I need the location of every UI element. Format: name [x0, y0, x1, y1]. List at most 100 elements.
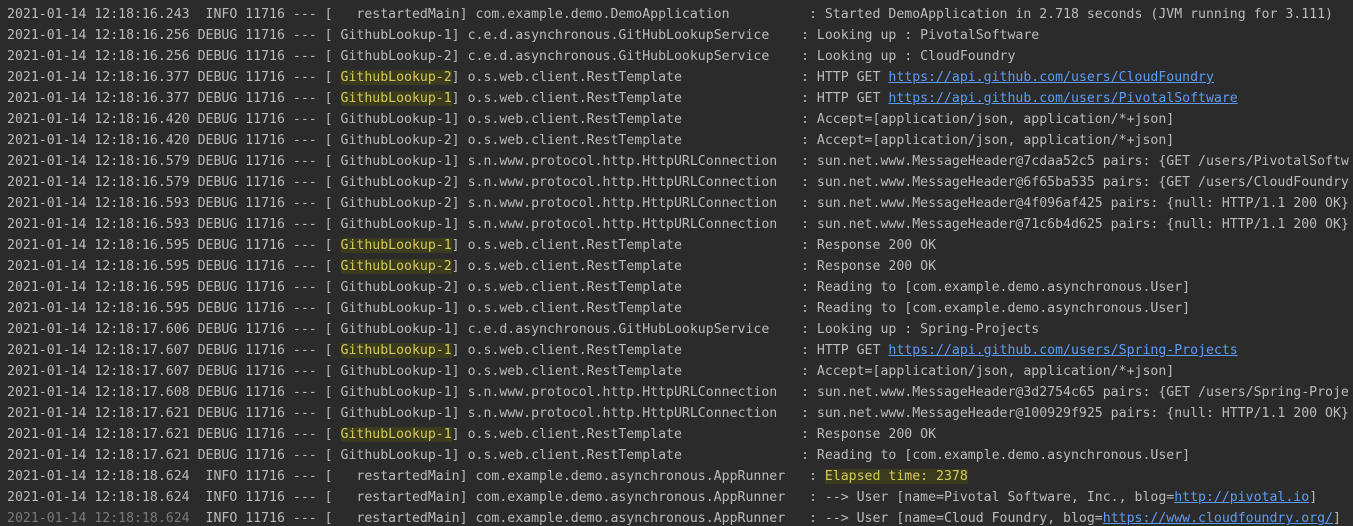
log-logger: o.s.web.client.RestTemplate: [467, 259, 794, 274]
log-thread: GithubLookup-1: [340, 427, 452, 442]
log-thread: GithubLookup-1: [340, 91, 452, 106]
log-pid: 11716: [245, 469, 285, 484]
log-level: DEBUG: [197, 133, 238, 148]
log-message: sun.net.www.MessageHeader@71c6b4d625 pai…: [816, 217, 1349, 232]
log-thread: GithubLookup-2: [340, 49, 452, 64]
log-pid: 11716: [245, 91, 285, 106]
log-line: 2021-01-14 12:18:16.595 DEBUG 11716 --- …: [7, 259, 937, 274]
log-level: DEBUG: [197, 427, 238, 442]
log-thread: GithubLookup-2: [340, 175, 452, 190]
log-timestamp: 2021-01-14 12:18:17.606: [7, 322, 190, 337]
log-logger: o.s.web.client.RestTemplate: [467, 91, 794, 106]
log-level: DEBUG: [197, 448, 238, 463]
log-message: sun.net.www.MessageHeader@7cdaa52c5 pair…: [816, 154, 1349, 169]
log-timestamp: 2021-01-14 12:18:16.595: [7, 259, 190, 274]
log-message: Looking up : Spring-Projects: [816, 322, 1040, 337]
log-timestamp: 2021-01-14 12:18:17.607: [7, 364, 190, 379]
log-line: 2021-01-14 12:18:17.607 DEBUG 11716 --- …: [7, 364, 1175, 379]
log-link[interactable]: https://www.cloudfoundry.org/: [1103, 511, 1333, 526]
log-level: INFO: [197, 7, 238, 22]
log-timestamp: 2021-01-14 12:18:16.579: [7, 154, 190, 169]
log-pid: 11716: [245, 322, 285, 337]
log-message: sun.net.www.MessageHeader@3d2754c65 pair…: [816, 385, 1349, 400]
log-timestamp: 2021-01-14 12:18:17.621: [7, 427, 190, 442]
log-thread: restartedMain: [340, 511, 460, 526]
log-line: 2021-01-14 12:18:16.593 DEBUG 11716 --- …: [7, 217, 1349, 232]
log-link[interactable]: https://api.github.com/users/Spring-Proj…: [888, 343, 1237, 358]
log-logger: o.s.web.client.RestTemplate: [467, 301, 794, 316]
log-message: Reading to [com.example.demo.asynchronou…: [816, 301, 1191, 316]
log-logger: s.n.www.protocol.http.HttpURLConnection: [467, 406, 794, 421]
log-logger: o.s.web.client.RestTemplate: [467, 280, 794, 295]
log-timestamp: 2021-01-14 12:18:18.624: [7, 511, 190, 526]
log-line: 2021-01-14 12:18:16.377 DEBUG 11716 --- …: [7, 70, 1214, 85]
log-logger: c.e.d.asynchronous.GitHubLookupService: [467, 49, 794, 64]
log-level: DEBUG: [197, 49, 238, 64]
log-line: 2021-01-14 12:18:16.420 DEBUG 11716 --- …: [7, 112, 1175, 127]
log-pid: 11716: [245, 511, 285, 526]
log-message: sun.net.www.MessageHeader@4f096af425 pai…: [816, 196, 1349, 211]
log-timestamp: 2021-01-14 12:18:17.608: [7, 385, 190, 400]
log-message: Accept=[application/json, application/*+…: [816, 364, 1175, 379]
log-logger: c.e.d.asynchronous.GitHubLookupService: [467, 322, 794, 337]
log-message: Accept=[application/json, application/*+…: [816, 112, 1175, 127]
log-message: HTTP GET: [816, 343, 889, 358]
log-logger: com.example.demo.DemoApplication: [475, 7, 802, 22]
log-level: DEBUG: [197, 112, 238, 127]
log-level: DEBUG: [197, 280, 238, 295]
console-output[interactable]: 2021-01-14 12:18:16.243 INFO 11716 --- […: [0, 0, 1353, 526]
log-timestamp: 2021-01-14 12:18:18.624: [7, 490, 190, 505]
log-line: 2021-01-14 12:18:18.624 INFO 11716 --- […: [7, 490, 1318, 505]
log-line: 2021-01-14 12:18:17.606 DEBUG 11716 --- …: [7, 322, 1040, 337]
log-thread: GithubLookup-2: [340, 70, 452, 85]
log-line: 2021-01-14 12:18:17.621 DEBUG 11716 --- …: [7, 406, 1349, 421]
log-level: INFO: [197, 490, 238, 505]
log-timestamp: 2021-01-14 12:18:17.621: [7, 448, 190, 463]
log-thread: GithubLookup-2: [340, 133, 452, 148]
log-pid: 11716: [245, 133, 285, 148]
log-logger: s.n.www.protocol.http.HttpURLConnection: [467, 175, 794, 190]
log-thread: GithubLookup-1: [340, 364, 452, 379]
log-line: 2021-01-14 12:18:17.621 DEBUG 11716 --- …: [7, 448, 1191, 463]
log-pid: 11716: [245, 70, 285, 85]
log-message: Looking up : CloudFoundry: [816, 49, 1016, 64]
log-pid: 11716: [245, 364, 285, 379]
log-pid: 11716: [245, 343, 285, 358]
log-message: HTTP GET: [816, 70, 889, 85]
log-line: 2021-01-14 12:18:17.621 DEBUG 11716 --- …: [7, 427, 937, 442]
log-level: DEBUG: [197, 343, 238, 358]
log-level: DEBUG: [197, 238, 238, 253]
log-thread: GithubLookup-1: [340, 112, 452, 127]
log-pid: 11716: [245, 406, 285, 421]
log-pid: 11716: [245, 28, 285, 43]
log-level: DEBUG: [197, 154, 238, 169]
log-message: Response 200 OK: [816, 427, 937, 442]
log-link[interactable]: https://api.github.com/users/PivotalSoft…: [888, 91, 1237, 106]
log-pid: 11716: [245, 154, 285, 169]
log-timestamp: 2021-01-14 12:18:16.579: [7, 175, 190, 190]
log-timestamp: 2021-01-14 12:18:16.593: [7, 217, 190, 232]
log-logger: o.s.web.client.RestTemplate: [467, 448, 794, 463]
log-level: DEBUG: [197, 28, 238, 43]
log-timestamp: 2021-01-14 12:18:16.595: [7, 238, 190, 253]
log-thread: GithubLookup-1: [340, 28, 452, 43]
log-logger: s.n.www.protocol.http.HttpURLConnection: [467, 217, 794, 232]
log-thread: GithubLookup-2: [340, 280, 452, 295]
log-message-suffix: ]: [1333, 511, 1341, 526]
log-pid: 11716: [245, 490, 285, 505]
log-thread: GithubLookup-1: [340, 238, 452, 253]
log-thread: GithubLookup-1: [340, 343, 452, 358]
log-thread: GithubLookup-1: [340, 154, 452, 169]
log-thread: restartedMain: [340, 7, 460, 22]
log-level: DEBUG: [197, 91, 238, 106]
log-link[interactable]: https://api.github.com/users/CloudFoundr…: [888, 70, 1214, 85]
log-timestamp: 2021-01-14 12:18:16.595: [7, 280, 190, 295]
log-logger: o.s.web.client.RestTemplate: [467, 133, 794, 148]
log-line: 2021-01-14 12:18:16.595 DEBUG 11716 --- …: [7, 280, 1191, 295]
log-logger: o.s.web.client.RestTemplate: [467, 238, 794, 253]
log-message: sun.net.www.MessageHeader@100929f925 pai…: [816, 406, 1349, 421]
log-link[interactable]: http://pivotal.io: [1174, 490, 1309, 505]
log-pid: 11716: [245, 112, 285, 127]
log-logger: com.example.demo.asynchronous.AppRunner: [475, 511, 802, 526]
log-level: DEBUG: [197, 322, 238, 337]
